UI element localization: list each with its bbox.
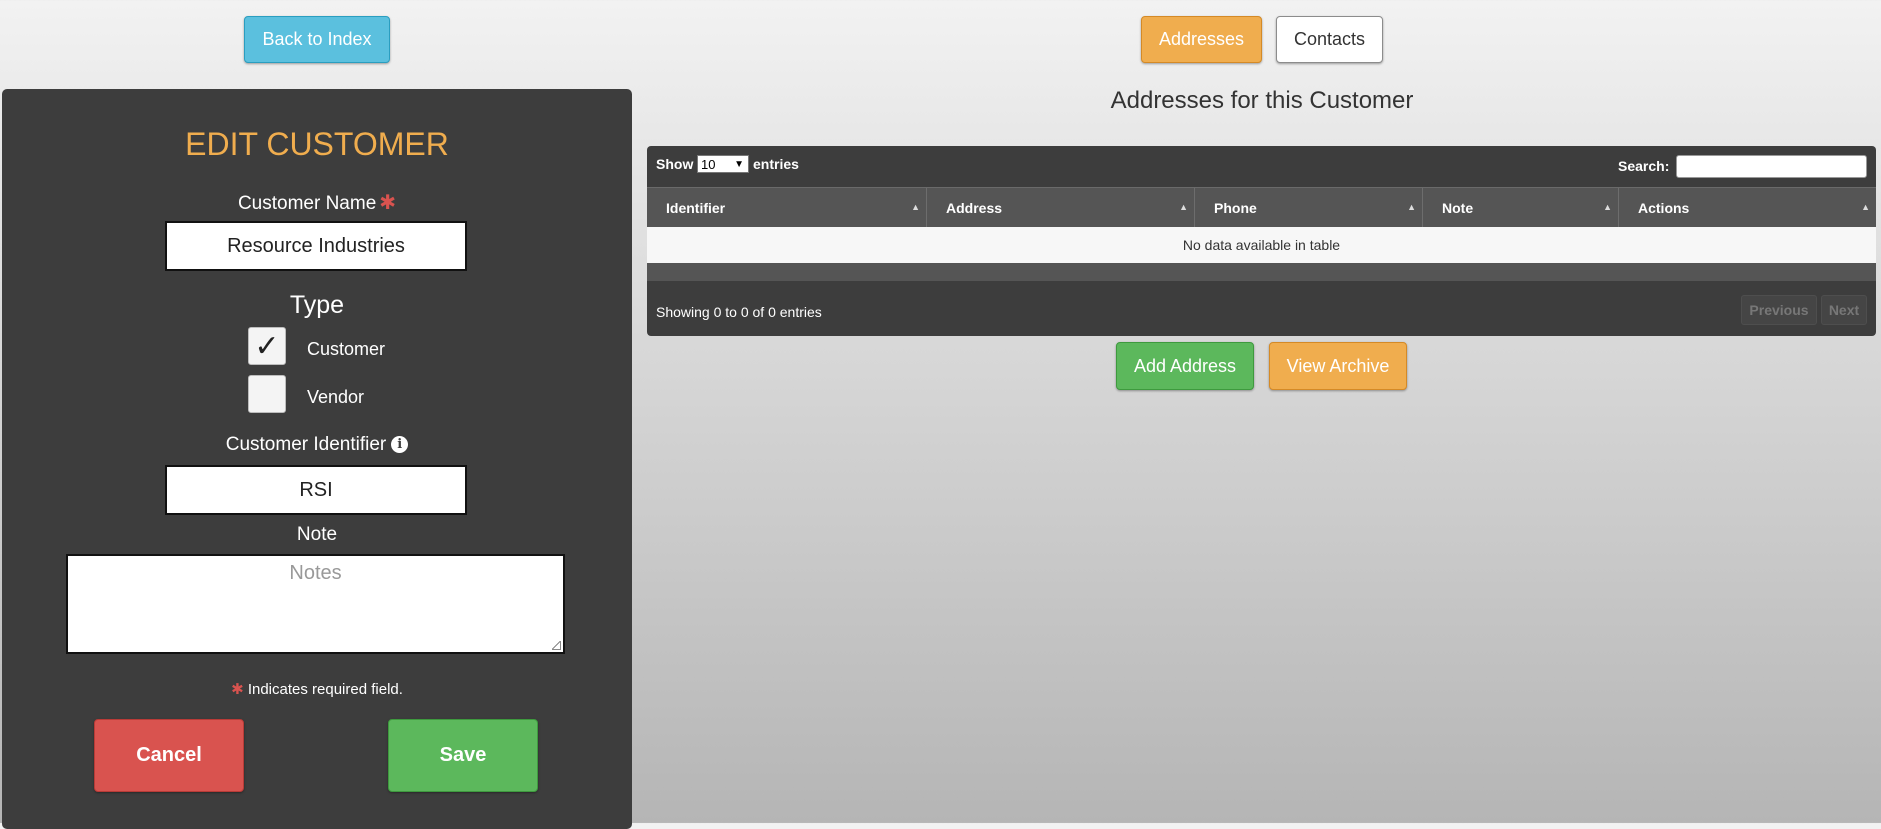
customer-name-label: Customer Name (237, 193, 377, 214)
customer-identifier-label-row: Customer Identifier i (2, 434, 632, 456)
column-label: Actions (1638, 200, 1690, 216)
column-header-note[interactable]: Note ▲ (1423, 188, 1619, 228)
vendor-type-label: Vendor (307, 387, 365, 407)
column-label: Address (946, 200, 1003, 216)
resize-handle-icon[interactable] (552, 641, 561, 650)
info-circle-icon[interactable]: i (391, 436, 409, 453)
previous-page-button[interactable]: Previous (1741, 295, 1817, 325)
sort-icon: ▲ (1407, 202, 1416, 212)
check-icon: ✓ (254, 328, 280, 364)
empty-table-row: No data available in table (647, 227, 1876, 263)
page-title: EDIT CUSTOMER (185, 126, 449, 162)
sort-icon: ▲ (1603, 202, 1612, 212)
customer-name-label-row: Customer Name ✱ (2, 190, 632, 215)
customer-identifier-input[interactable]: RSI (165, 465, 467, 515)
type-heading: Type (289, 291, 345, 319)
addresses-table: Show 10 ▼ entries Search: Identifier ▲ Ad… (647, 146, 1876, 336)
page-length-select[interactable]: 10 ▼ (697, 155, 749, 173)
sort-icon: ▲ (911, 202, 920, 212)
customer-type-checkbox[interactable]: ✓ (248, 327, 286, 365)
contacts-tab-button[interactable]: Contacts (1276, 16, 1383, 63)
page-length-value: 10 (701, 156, 716, 172)
note-label: Note (296, 524, 338, 545)
next-page-button[interactable]: Next (1821, 295, 1867, 325)
show-label: Show (656, 156, 694, 172)
vendor-type-checkbox[interactable] (248, 375, 286, 413)
customer-type-label: Customer (307, 339, 386, 359)
sort-icon: ▲ (1179, 202, 1188, 212)
add-address-button[interactable]: Add Address (1116, 342, 1254, 390)
column-header-identifier[interactable]: Identifier ▲ (647, 188, 927, 228)
addresses-tab-button[interactable]: Addresses (1141, 16, 1262, 63)
required-field-note: ✱ Indicates required field. (2, 680, 632, 698)
back-to-index-button[interactable]: Back to Index (244, 16, 390, 63)
sort-icon: ▲ (1861, 202, 1870, 212)
table-footer-bar (647, 263, 1876, 281)
required-field-text: Indicates required field. (247, 681, 403, 698)
entries-label: entries (753, 156, 799, 172)
section-title: Addresses for this Customer (1110, 87, 1414, 114)
customer-identifier-label: Customer Identifier (225, 434, 387, 455)
note-textarea[interactable]: Notes (66, 554, 565, 654)
edit-customer-panel: EDIT CUSTOMER Customer Name ✱ Resource In… (2, 89, 632, 829)
cancel-button[interactable]: Cancel (94, 719, 244, 792)
column-label: Note (1442, 200, 1474, 216)
search-label: Search: (1618, 158, 1670, 174)
table-info: Showing 0 to 0 of 0 entries (656, 304, 822, 320)
column-header-phone[interactable]: Phone ▲ (1195, 188, 1423, 228)
column-header-address[interactable]: Address ▲ (927, 188, 1195, 228)
search-input[interactable] (1676, 155, 1867, 178)
column-header-actions[interactable]: Actions ▲ (1619, 188, 1876, 228)
customer-name-input[interactable]: Resource Industries (165, 221, 467, 271)
asterisk-icon: ✱ (231, 681, 244, 698)
save-button[interactable]: Save (388, 719, 538, 792)
column-label: Phone (1214, 200, 1257, 216)
asterisk-icon: ✱ (379, 192, 397, 214)
chevron-down-icon: ▼ (734, 158, 744, 170)
note-placeholder: Notes (289, 562, 342, 584)
view-archive-button[interactable]: View Archive (1269, 342, 1407, 390)
column-label: Identifier (666, 200, 726, 216)
table-header: Identifier ▲ Address ▲ Phone ▲ Note ▲ Action… (647, 187, 1876, 228)
